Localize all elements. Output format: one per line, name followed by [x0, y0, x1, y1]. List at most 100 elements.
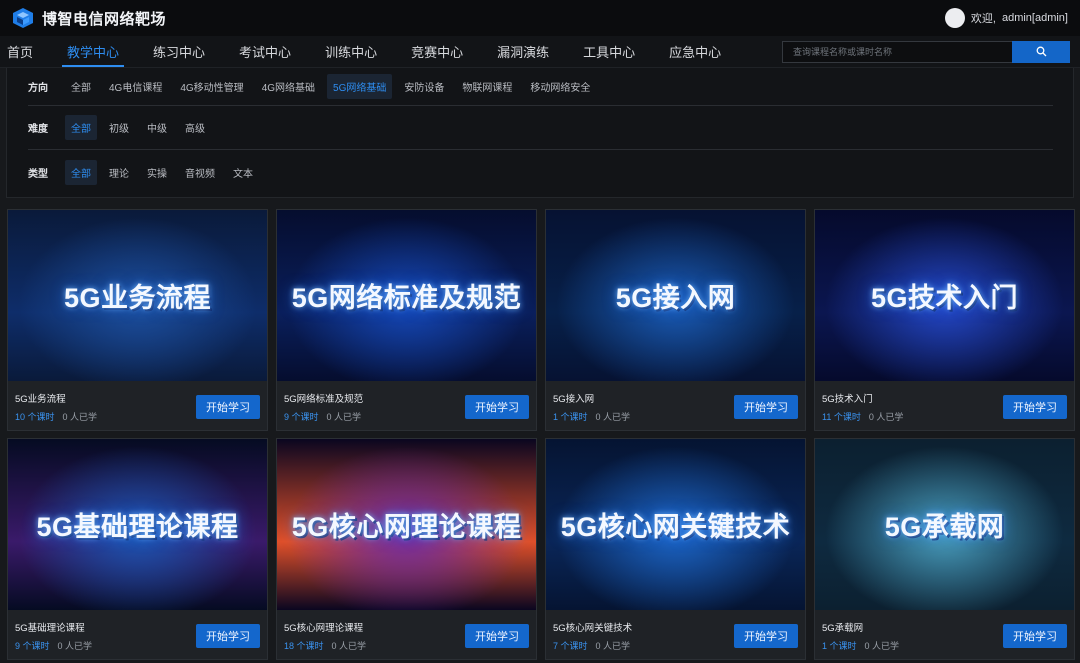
learner-count: 0 人已学: [595, 640, 631, 651]
start-learning-button[interactable]: 开始学习: [734, 623, 798, 648]
course-name: 5G技术入门: [822, 393, 873, 405]
course-card[interactable]: 5G承载网 5G承载网 1 个课时 0 人已学 开始学习: [814, 438, 1075, 660]
course-card[interactable]: 5G技术入门 5G技术入门 11 个课时 0 人已学 开始学习: [814, 209, 1075, 431]
filter-option-selected[interactable]: 5G网络基础: [327, 74, 393, 99]
filter-option[interactable]: 物联网课程: [456, 74, 518, 99]
course-card[interactable]: 5G核心网关键技术 5G核心网关键技术 7 个课时 0 人已学 开始学习: [545, 438, 806, 660]
filter-option[interactable]: 初级: [103, 115, 135, 140]
filter-option[interactable]: 实操: [141, 160, 173, 185]
thumbnail-title: 5G核心网关键技术: [560, 512, 791, 542]
search-button[interactable]: [1012, 40, 1070, 63]
nav-item-tools[interactable]: 工具中心: [574, 36, 644, 67]
learner-count: 0 人已学: [868, 411, 904, 422]
start-learning-button[interactable]: 开始学习: [1003, 623, 1067, 648]
nav-item-training[interactable]: 训练中心: [316, 36, 386, 67]
thumbnail-title: 5G网络标准及规范: [291, 283, 522, 313]
filter-option[interactable]: 全部: [65, 74, 97, 99]
filter-option[interactable]: 4G移动性管理: [174, 74, 249, 99]
nav-item-home[interactable]: 首页: [0, 36, 42, 67]
course-card[interactable]: 5G接入网 5G接入网 1 个课时 0 人已学 开始学习: [545, 209, 806, 431]
filter-option[interactable]: 音视频: [179, 160, 221, 185]
course-grid: 5G业务流程 5G业务流程 10 个课时 0 人已学 开始学习 5G网络标准及规范 5…: [0, 198, 1080, 660]
lesson-count: 1 个课时: [822, 640, 857, 651]
course-thumbnail[interactable]: 5G核心网理论课程: [277, 439, 536, 610]
brand[interactable]: 博智电信网络靶场: [12, 7, 166, 29]
filter-panel: 方向 全部 4G电信课程 4G移动性管理 4G网络基础 5G网络基础 安防设备 …: [6, 68, 1074, 198]
learner-count: 0 人已学: [864, 640, 900, 651]
thumbnail-title: 5G核心网理论课程: [291, 512, 522, 542]
filter-label-direction: 方向: [28, 83, 48, 94]
course-name: 5G网络标准及规范: [284, 393, 364, 405]
course-name: 5G业务流程: [15, 393, 66, 405]
course-thumbnail[interactable]: 5G接入网: [546, 210, 805, 381]
welcome-text: 欢迎,: [970, 13, 996, 25]
thumbnail-title: 5G承载网: [884, 512, 1005, 542]
filter-row-type: 类型 全部 理论 实操 音视频 文本: [28, 150, 1053, 194]
course-thumbnail[interactable]: 5G网络标准及规范: [277, 210, 536, 381]
course-thumbnail[interactable]: 5G业务流程: [8, 210, 267, 381]
brand-name: 博智电信网络靶场: [42, 10, 167, 28]
nav-list: 首页 教学中心 练习中心 考试中心 训练中心 竞赛中心 漏洞演练 工具中心 应急…: [0, 36, 738, 67]
search-bar: [782, 40, 1070, 63]
search-input[interactable]: [782, 40, 1012, 63]
learner-count: 0 人已学: [62, 411, 98, 422]
course-thumbnail[interactable]: 5G基础理论课程: [8, 439, 267, 610]
course-card[interactable]: 5G网络标准及规范 5G网络标准及规范 9 个课时 0 人已学 开始学习: [276, 209, 537, 431]
logo-cube-icon: [13, 8, 33, 28]
filter-option[interactable]: 高级: [179, 115, 211, 140]
thumbnail-title: 5G业务流程: [63, 283, 212, 313]
lesson-count: 1 个课时: [553, 411, 588, 422]
course-card[interactable]: 5G基础理论课程 5G基础理论课程 9 个课时 0 人已学 开始学习: [7, 438, 268, 660]
filter-option[interactable]: 4G电信课程: [103, 74, 168, 99]
lesson-count: 10 个课时: [15, 411, 55, 422]
avatar[interactable]: [944, 8, 965, 28]
filter-option[interactable]: 文本: [227, 160, 259, 185]
thumbnail-title: 5G基础理论课程: [36, 512, 239, 542]
filter-option-selected[interactable]: 全部: [65, 115, 97, 140]
nav-item-emergency[interactable]: 应急中心: [660, 36, 730, 67]
course-name: 5G接入网: [553, 393, 595, 405]
nav-item-competition[interactable]: 竞赛中心: [402, 36, 472, 67]
filter-option[interactable]: 理论: [103, 160, 135, 185]
course-thumbnail[interactable]: 5G核心网关键技术: [546, 439, 805, 610]
username[interactable]: admin[admin]: [1002, 12, 1068, 24]
learner-count: 0 人已学: [595, 411, 631, 422]
filter-option[interactable]: 安防设备: [398, 74, 450, 99]
start-learning-button[interactable]: 开始学习: [465, 623, 529, 648]
learner-count: 0 人已学: [57, 640, 93, 651]
filter-option-selected[interactable]: 全部: [65, 159, 97, 185]
filter-option[interactable]: 4G网络基础: [256, 74, 321, 99]
lesson-count: 9 个课时: [15, 640, 50, 651]
thumbnail-title: 5G技术入门: [870, 283, 1019, 313]
start-learning-button[interactable]: 开始学习: [196, 394, 260, 419]
course-card[interactable]: 5G核心网理论课程 5G核心网理论课程 18 个课时 0 人已学 开始学习: [276, 438, 537, 660]
learner-count: 0 人已学: [331, 640, 367, 651]
search-icon: [1036, 46, 1046, 57]
top-header: 博智电信网络靶场 欢迎, admin[admin]: [0, 0, 1080, 36]
course-thumbnail[interactable]: 5G技术入门: [815, 210, 1074, 381]
nav-item-vuln-drill[interactable]: 漏洞演练: [488, 36, 558, 67]
lesson-count: 11 个课时: [822, 411, 861, 422]
main-nav: 首页 教学中心 练习中心 考试中心 训练中心 竞赛中心 漏洞演练 工具中心 应急…: [0, 36, 1080, 68]
lesson-count: 18 个课时: [284, 640, 324, 651]
course-name: 5G核心网理论课程: [284, 622, 364, 634]
nav-item-practice[interactable]: 练习中心: [144, 36, 214, 67]
filter-row-direction: 方向 全部 4G电信课程 4G移动性管理 4G网络基础 5G网络基础 安防设备 …: [28, 68, 1053, 106]
start-learning-button[interactable]: 开始学习: [734, 394, 798, 419]
start-learning-button[interactable]: 开始学习: [196, 623, 260, 648]
course-card[interactable]: 5G业务流程 5G业务流程 10 个课时 0 人已学 开始学习: [7, 209, 268, 431]
lesson-count: 7 个课时: [553, 640, 588, 651]
course-thumbnail[interactable]: 5G承载网: [815, 439, 1074, 610]
filter-option[interactable]: 移动网络安全: [524, 74, 596, 99]
nav-item-teaching[interactable]: 教学中心: [58, 36, 128, 67]
user-menu[interactable]: 欢迎, admin[admin]: [944, 8, 1068, 28]
lesson-count: 9 个课时: [284, 411, 319, 422]
start-learning-button[interactable]: 开始学习: [1003, 394, 1067, 419]
filter-label-difficulty: 难度: [28, 124, 48, 135]
filter-row-difficulty: 难度 全部 初级 中级 高级: [28, 106, 1053, 150]
nav-item-exam[interactable]: 考试中心: [230, 36, 300, 67]
start-learning-button[interactable]: 开始学习: [465, 394, 529, 419]
learner-count: 0 人已学: [326, 411, 362, 422]
thumbnail-title: 5G接入网: [615, 283, 736, 313]
filter-option[interactable]: 中级: [141, 115, 173, 140]
